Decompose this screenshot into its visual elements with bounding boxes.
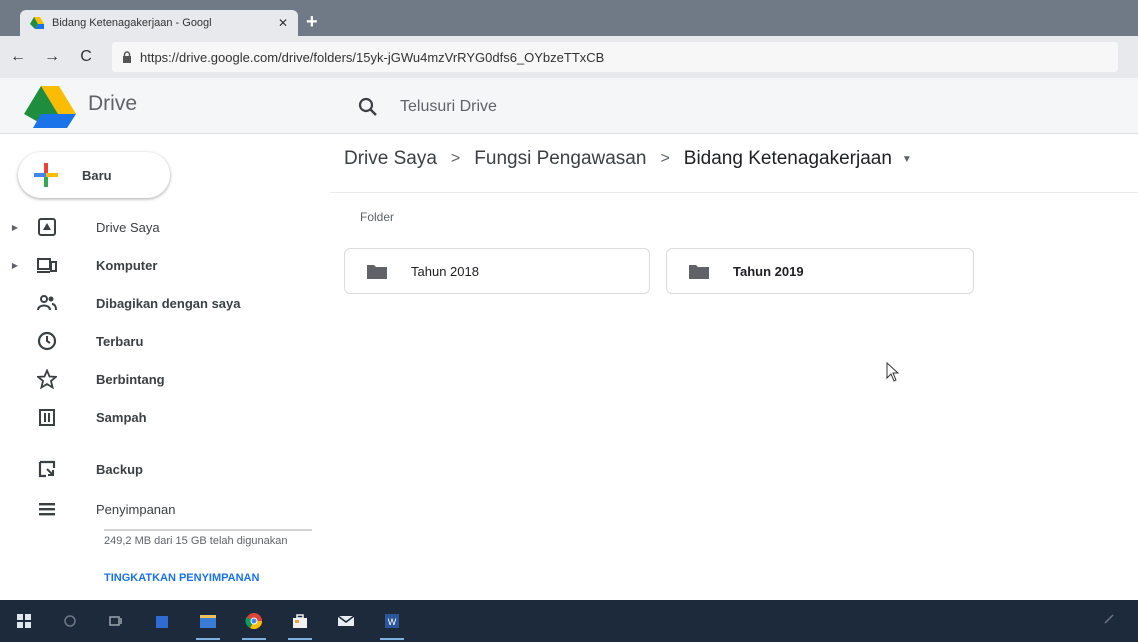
plus-icon (34, 163, 58, 187)
upgrade-storage-link[interactable]: TINGKATKAN PENYIMPANAN (104, 572, 304, 584)
shared-icon (36, 292, 58, 314)
drive-icon (36, 216, 58, 238)
breadcrumb-item[interactable]: Drive Saya (344, 148, 437, 170)
main-content: Drive Saya > Fungsi Pengawasan > Bidang … (330, 134, 1138, 600)
folder-name: Tahun 2018 (411, 263, 479, 279)
mouse-cursor-icon (886, 362, 900, 382)
new-button[interactable]: Baru (18, 152, 170, 198)
folder-item[interactable]: Tahun 2018 (344, 248, 650, 294)
browser-tab-strip: Bidang Ketenagakerjaan - Googl ✕ + (0, 0, 1138, 36)
mail-icon[interactable] (328, 600, 364, 642)
tab-title: Bidang Ketenagakerjaan - Googl (52, 17, 212, 29)
search-box[interactable] (340, 86, 1130, 128)
folder-icon (689, 265, 709, 279)
new-button-label: Baru (82, 167, 112, 183)
search-icon[interactable] (358, 97, 378, 117)
sidebar-item-label: Drive Saya (96, 219, 160, 235)
folder-icon (367, 265, 387, 279)
browser-tab[interactable]: Bidang Ketenagakerjaan - Googl ✕ (20, 10, 298, 36)
lock-icon (123, 51, 131, 63)
reload-icon[interactable]: C (78, 48, 94, 66)
expand-arrow-icon[interactable]: ▶ (0, 261, 22, 270)
svg-text:W: W (388, 617, 397, 627)
trash-icon (36, 406, 58, 428)
address-bar: ← → C https://drive.google.com/drive/fol… (0, 36, 1138, 78)
back-icon[interactable]: ← (10, 48, 26, 66)
task-view-icon[interactable] (98, 600, 134, 642)
sidebar-item-label: Terbaru (96, 333, 144, 349)
sidebar: Baru ▶ Drive Saya ▶ Komputer Dibagikan d… (0, 134, 330, 600)
backup-icon (36, 458, 58, 480)
breadcrumb: Drive Saya > Fungsi Pengawasan > Bidang … (344, 148, 912, 170)
sidebar-item-penyimpanan[interactable]: Penyimpanan (0, 492, 330, 526)
sidebar-item-berbintang[interactable]: Berbintang (0, 362, 330, 396)
forward-icon[interactable]: → (44, 48, 60, 66)
url-text: https://drive.google.com/drive/folders/1… (140, 49, 605, 65)
windows-start-icon[interactable] (6, 600, 42, 642)
sidebar-item-label: Komputer (96, 257, 158, 273)
breadcrumb-separator: > (450, 150, 461, 167)
sidebar-item-label: Backup (96, 461, 143, 477)
store-app-icon[interactable] (144, 600, 180, 642)
clock-icon (36, 330, 58, 352)
sidebar-item-terbaru[interactable]: Terbaru (0, 324, 330, 358)
breadcrumb-current[interactable]: Bidang Ketenagakerjaan (684, 148, 892, 170)
briefcase-app-icon[interactable] (282, 600, 318, 642)
breadcrumb-separator: > (660, 150, 670, 167)
url-field[interactable]: https://drive.google.com/drive/folders/1… (112, 42, 1118, 72)
computer-icon (36, 254, 58, 276)
new-tab-button[interactable]: + (306, 12, 318, 32)
app-name[interactable]: Drive (88, 92, 137, 116)
search-input[interactable] (400, 98, 900, 116)
notification-icon[interactable] (1102, 612, 1116, 626)
storage-progress-bar (104, 529, 312, 531)
expand-arrow-icon[interactable]: ▶ (0, 223, 22, 232)
sidebar-item-drive-saya[interactable]: ▶ Drive Saya (0, 210, 330, 244)
folder-name: Tahun 2019 (733, 263, 804, 279)
storage-icon (36, 498, 58, 520)
sidebar-item-komputer[interactable]: ▶ Komputer (0, 248, 330, 282)
file-explorer-icon[interactable] (190, 600, 226, 642)
sidebar-item-label: Sampah (96, 409, 147, 425)
divider (330, 192, 1138, 193)
sidebar-item-sampah[interactable]: Sampah (0, 400, 330, 434)
sidebar-item-label: Berbintang (96, 371, 165, 387)
drive-header: Drive (0, 78, 1138, 134)
breadcrumb-item[interactable]: Fungsi Pengawasan (474, 148, 646, 170)
chevron-down-icon[interactable]: ▼ (902, 154, 912, 165)
drive-logo-icon[interactable] (24, 86, 76, 128)
sidebar-item-label: Penyimpanan (96, 501, 176, 517)
folder-item[interactable]: Tahun 2019 (666, 248, 974, 294)
sidebar-item-backup[interactable]: Backup (0, 452, 330, 486)
search-taskbar-icon[interactable] (52, 600, 88, 642)
storage-usage-text: 249,2 MB dari 15 GB telah digunakan (104, 535, 288, 547)
section-label: Folder (360, 210, 395, 224)
drive-favicon-icon (30, 17, 44, 29)
word-icon[interactable]: W (374, 600, 410, 642)
tab-close-icon[interactable]: ✕ (278, 16, 288, 30)
sidebar-item-label: Dibagikan dengan saya (96, 295, 241, 311)
taskbar: W (0, 600, 1138, 642)
sidebar-item-dibagikan[interactable]: Dibagikan dengan saya (0, 286, 330, 320)
star-icon (36, 368, 58, 390)
chrome-icon[interactable] (236, 600, 272, 642)
